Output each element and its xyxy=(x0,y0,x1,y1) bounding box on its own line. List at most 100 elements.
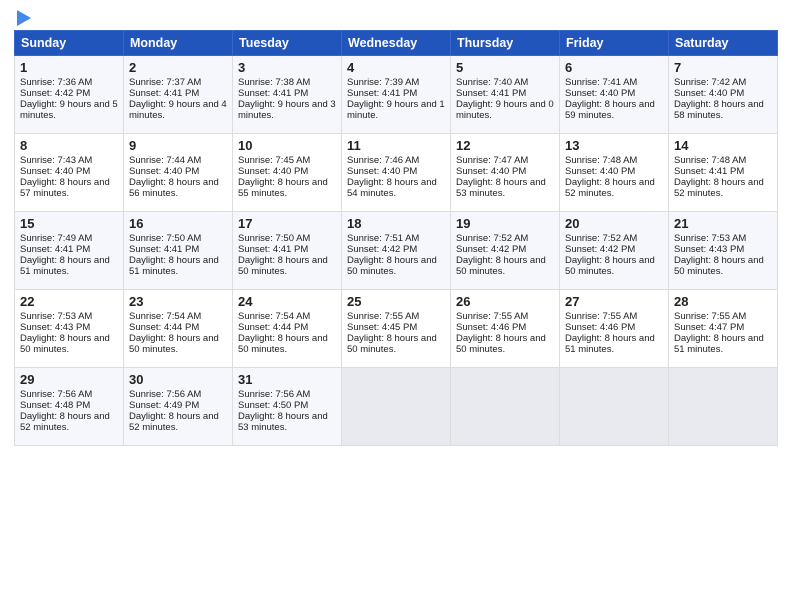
calendar-cell xyxy=(451,368,560,446)
calendar-cell xyxy=(560,368,669,446)
sunrise: Sunrise: 7:46 AM xyxy=(347,155,419,166)
calendar-cell: 16Sunrise: 7:50 AMSunset: 4:41 PMDayligh… xyxy=(124,212,233,290)
day-number: 25 xyxy=(347,294,445,309)
daylight: Daylight: 9 hours and 1 minute. xyxy=(347,99,445,121)
sunset: Sunset: 4:41 PM xyxy=(20,244,90,255)
daylight: Daylight: 9 hours and 0 minutes. xyxy=(456,99,554,121)
calendar-cell: 27Sunrise: 7:55 AMSunset: 4:46 PMDayligh… xyxy=(560,290,669,368)
sunset: Sunset: 4:43 PM xyxy=(20,322,90,333)
sunset: Sunset: 4:42 PM xyxy=(565,244,635,255)
sunset: Sunset: 4:49 PM xyxy=(129,400,199,411)
calendar-cell: 31Sunrise: 7:56 AMSunset: 4:50 PMDayligh… xyxy=(233,368,342,446)
week-row-2: 8Sunrise: 7:43 AMSunset: 4:40 PMDaylight… xyxy=(15,134,778,212)
sunset: Sunset: 4:42 PM xyxy=(456,244,526,255)
calendar-cell xyxy=(342,368,451,446)
daylight: Daylight: 8 hours and 58 minutes. xyxy=(674,99,764,121)
weekday-header-monday: Monday xyxy=(124,31,233,56)
sunrise: Sunrise: 7:52 AM xyxy=(456,233,528,244)
daylight: Daylight: 8 hours and 52 minutes. xyxy=(129,411,219,433)
sunrise: Sunrise: 7:42 AM xyxy=(674,77,746,88)
sunset: Sunset: 4:41 PM xyxy=(238,88,308,99)
week-row-3: 15Sunrise: 7:49 AMSunset: 4:41 PMDayligh… xyxy=(15,212,778,290)
day-number: 22 xyxy=(20,294,118,309)
daylight: Daylight: 8 hours and 50 minutes. xyxy=(456,255,546,277)
logo-arrow-icon xyxy=(17,10,31,26)
sunset: Sunset: 4:48 PM xyxy=(20,400,90,411)
sunrise: Sunrise: 7:43 AM xyxy=(20,155,92,166)
week-row-4: 22Sunrise: 7:53 AMSunset: 4:43 PMDayligh… xyxy=(15,290,778,368)
daylight: Daylight: 8 hours and 50 minutes. xyxy=(238,255,328,277)
calendar-table: SundayMondayTuesdayWednesdayThursdayFrid… xyxy=(14,30,778,446)
day-number: 17 xyxy=(238,216,336,231)
calendar-cell: 13Sunrise: 7:48 AMSunset: 4:40 PMDayligh… xyxy=(560,134,669,212)
sunset: Sunset: 4:41 PM xyxy=(238,244,308,255)
day-number: 11 xyxy=(347,138,445,153)
week-row-1: 1Sunrise: 7:36 AMSunset: 4:42 PMDaylight… xyxy=(15,56,778,134)
sunrise: Sunrise: 7:56 AM xyxy=(20,389,92,400)
calendar-cell: 26Sunrise: 7:55 AMSunset: 4:46 PMDayligh… xyxy=(451,290,560,368)
sunrise: Sunrise: 7:36 AM xyxy=(20,77,92,88)
day-number: 23 xyxy=(129,294,227,309)
sunset: Sunset: 4:40 PM xyxy=(456,166,526,177)
calendar-cell: 20Sunrise: 7:52 AMSunset: 4:42 PMDayligh… xyxy=(560,212,669,290)
calendar-cell: 30Sunrise: 7:56 AMSunset: 4:49 PMDayligh… xyxy=(124,368,233,446)
day-number: 13 xyxy=(565,138,663,153)
sunrise: Sunrise: 7:55 AM xyxy=(456,311,528,322)
sunset: Sunset: 4:40 PM xyxy=(674,88,744,99)
day-number: 6 xyxy=(565,60,663,75)
weekday-header-row: SundayMondayTuesdayWednesdayThursdayFrid… xyxy=(15,31,778,56)
logo xyxy=(14,10,31,22)
sunrise: Sunrise: 7:55 AM xyxy=(565,311,637,322)
calendar-cell: 14Sunrise: 7:48 AMSunset: 4:41 PMDayligh… xyxy=(669,134,778,212)
day-number: 12 xyxy=(456,138,554,153)
sunrise: Sunrise: 7:39 AM xyxy=(347,77,419,88)
daylight: Daylight: 8 hours and 52 minutes. xyxy=(674,177,764,199)
daylight: Daylight: 9 hours and 4 minutes. xyxy=(129,99,227,121)
daylight: Daylight: 8 hours and 51 minutes. xyxy=(20,255,110,277)
sunset: Sunset: 4:42 PM xyxy=(20,88,90,99)
sunset: Sunset: 4:40 PM xyxy=(565,88,635,99)
calendar-cell: 18Sunrise: 7:51 AMSunset: 4:42 PMDayligh… xyxy=(342,212,451,290)
sunrise: Sunrise: 7:40 AM xyxy=(456,77,528,88)
day-number: 20 xyxy=(565,216,663,231)
calendar-cell: 12Sunrise: 7:47 AMSunset: 4:40 PMDayligh… xyxy=(451,134,560,212)
daylight: Daylight: 8 hours and 50 minutes. xyxy=(20,333,110,355)
calendar-cell: 10Sunrise: 7:45 AMSunset: 4:40 PMDayligh… xyxy=(233,134,342,212)
daylight: Daylight: 9 hours and 5 minutes. xyxy=(20,99,118,121)
calendar-cell: 19Sunrise: 7:52 AMSunset: 4:42 PMDayligh… xyxy=(451,212,560,290)
daylight: Daylight: 8 hours and 50 minutes. xyxy=(565,255,655,277)
sunset: Sunset: 4:44 PM xyxy=(238,322,308,333)
calendar-cell: 25 Sunrise: 7:55 AMSunset: 4:45 PMDayligh… xyxy=(342,290,451,368)
sunrise: Sunrise: 7:50 AM xyxy=(129,233,201,244)
day-number: 10 xyxy=(238,138,336,153)
weekday-header-saturday: Saturday xyxy=(669,31,778,56)
day-number: 18 xyxy=(347,216,445,231)
sunset: Sunset: 4:41 PM xyxy=(674,166,744,177)
header xyxy=(14,10,778,22)
main-container: SundayMondayTuesdayWednesdayThursdayFrid… xyxy=(0,0,792,456)
sunrise: Sunrise: 7:37 AM xyxy=(129,77,201,88)
week-row-5: 29Sunrise: 7:56 AMSunset: 4:48 PMDayligh… xyxy=(15,368,778,446)
day-number: 2 xyxy=(129,60,227,75)
day-number: 4 xyxy=(347,60,445,75)
sunset: Sunset: 4:45 PM xyxy=(347,322,417,333)
daylight: Daylight: 8 hours and 52 minutes. xyxy=(565,177,655,199)
daylight: Daylight: 8 hours and 53 minutes. xyxy=(456,177,546,199)
weekday-header-sunday: Sunday xyxy=(15,31,124,56)
sunrise: Sunrise: 7:41 AM xyxy=(565,77,637,88)
daylight: Daylight: 8 hours and 50 minutes. xyxy=(347,333,437,355)
daylight: Daylight: 8 hours and 55 minutes. xyxy=(238,177,328,199)
daylight: Daylight: 8 hours and 50 minutes. xyxy=(129,333,219,355)
sunrise: Sunrise: 7:53 AM xyxy=(20,311,92,322)
sunrise: Sunrise: 7:55 AM xyxy=(347,311,419,322)
sunset: Sunset: 4:43 PM xyxy=(674,244,744,255)
daylight: Daylight: 8 hours and 51 minutes. xyxy=(674,333,764,355)
calendar-cell: 29Sunrise: 7:56 AMSunset: 4:48 PMDayligh… xyxy=(15,368,124,446)
calendar-cell: 11Sunrise: 7:46 AMSunset: 4:40 PMDayligh… xyxy=(342,134,451,212)
sunrise: Sunrise: 7:49 AM xyxy=(20,233,92,244)
sunrise: Sunrise: 7:48 AM xyxy=(565,155,637,166)
day-number: 31 xyxy=(238,372,336,387)
day-number: 15 xyxy=(20,216,118,231)
sunrise: Sunrise: 7:53 AM xyxy=(674,233,746,244)
calendar-cell: 28Sunrise: 7:55 AMSunset: 4:47 PMDayligh… xyxy=(669,290,778,368)
